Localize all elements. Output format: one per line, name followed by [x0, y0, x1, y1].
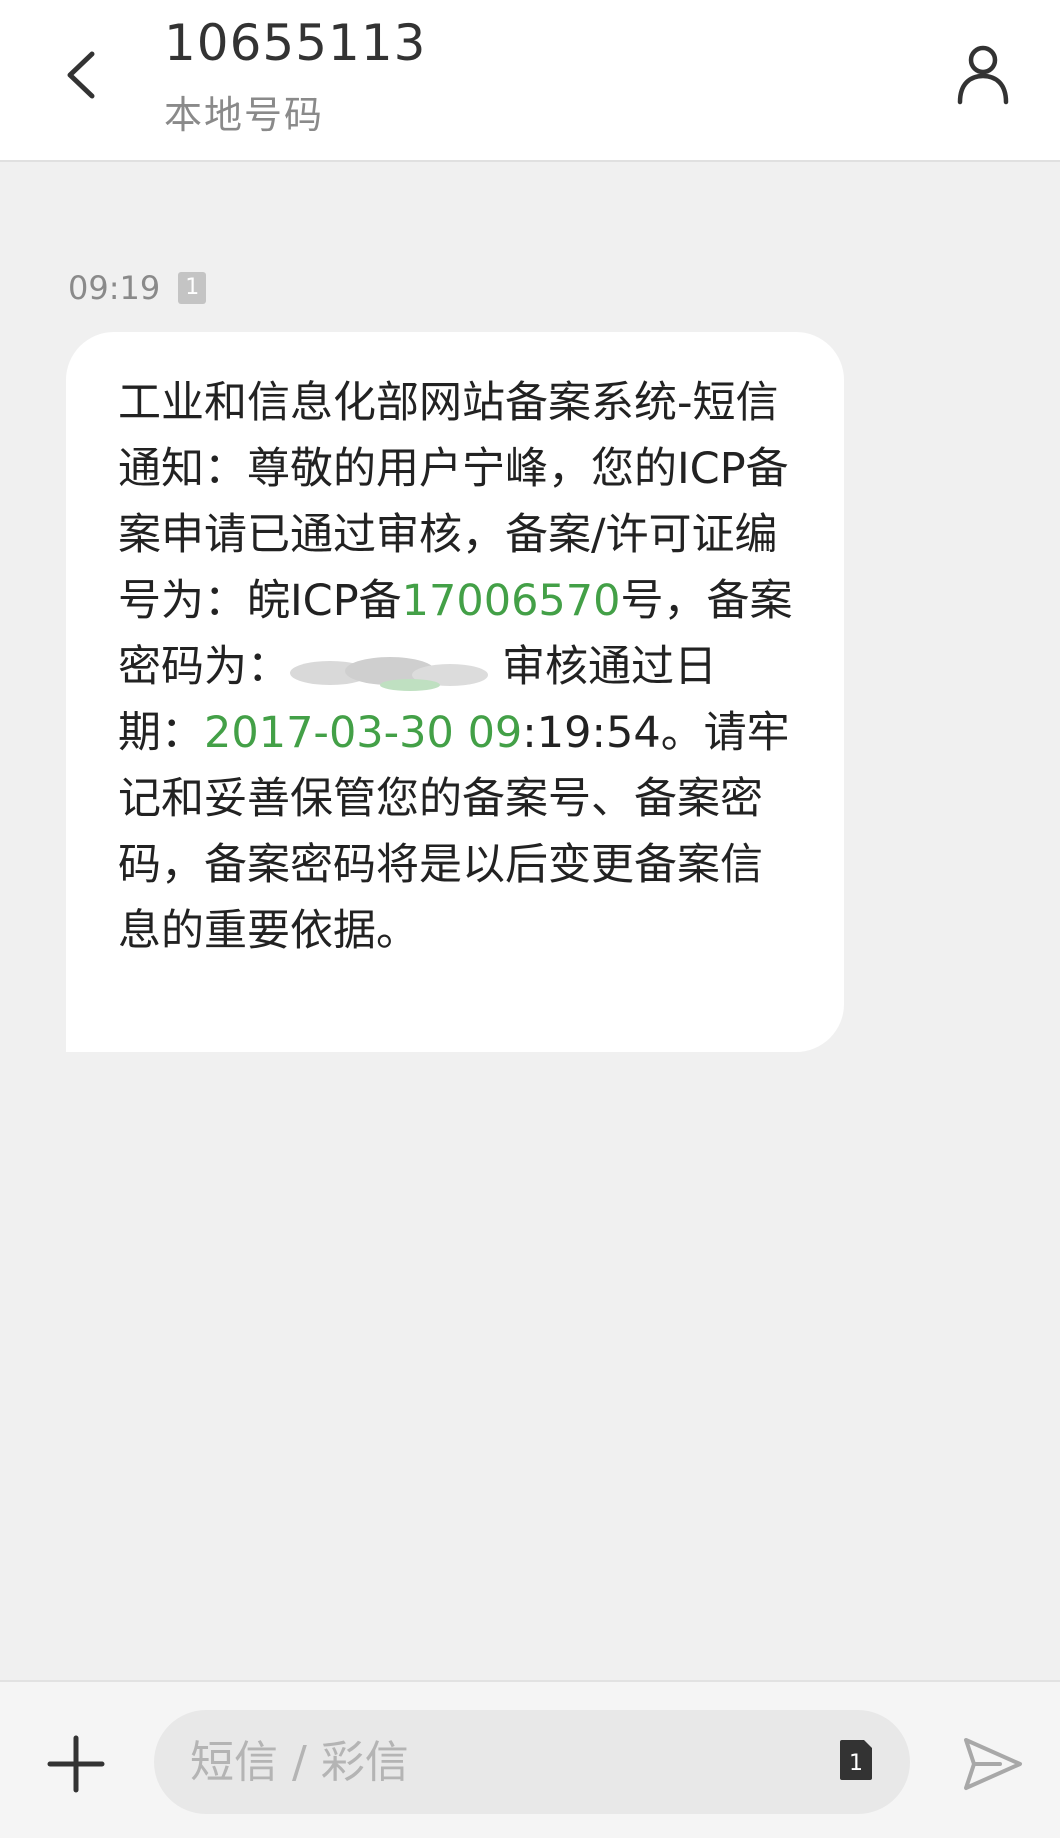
contact-number: 10655113 — [164, 14, 427, 72]
message-bubble[interactable]: 工业和信息化部网站备案系统-短信通知：尊敬的用户宁峰，您的ICP备案申请已通过审… — [66, 332, 844, 1052]
send-icon — [964, 1738, 1022, 1790]
contact-subtitle: 本地号码 — [164, 93, 325, 137]
message-input[interactable] — [154, 1710, 910, 1814]
conversation-header: 10655113 本地号码 — [0, 0, 1060, 162]
contact-button[interactable] — [948, 38, 1018, 108]
svg-text:1: 1 — [849, 1751, 863, 1776]
composer-bar: 1 — [0, 1680, 1060, 1838]
message-time: 09:19 — [68, 269, 161, 307]
icp-number-link[interactable]: 17006570 — [402, 576, 621, 626]
redacted-password — [290, 648, 490, 692]
sim-select-button[interactable]: 1 — [838, 1738, 874, 1782]
date-link[interactable]: 2017-03-30 09 — [204, 708, 522, 758]
add-attachment-button[interactable] — [44, 1732, 108, 1796]
person-icon — [957, 45, 1009, 105]
chevron-left-icon — [67, 51, 95, 99]
sim-1-icon: 1 — [840, 1740, 872, 1780]
message-body: 工业和信息化部网站备案系统-短信通知：尊敬的用户宁峰，您的ICP备案申请已通过审… — [118, 370, 794, 964]
send-button[interactable] — [960, 1732, 1024, 1796]
plus-icon — [47, 1735, 105, 1793]
back-button[interactable] — [50, 40, 120, 110]
message-meta: 09:19 1 — [68, 268, 207, 308]
sim-1-icon: 1 — [178, 272, 207, 304]
